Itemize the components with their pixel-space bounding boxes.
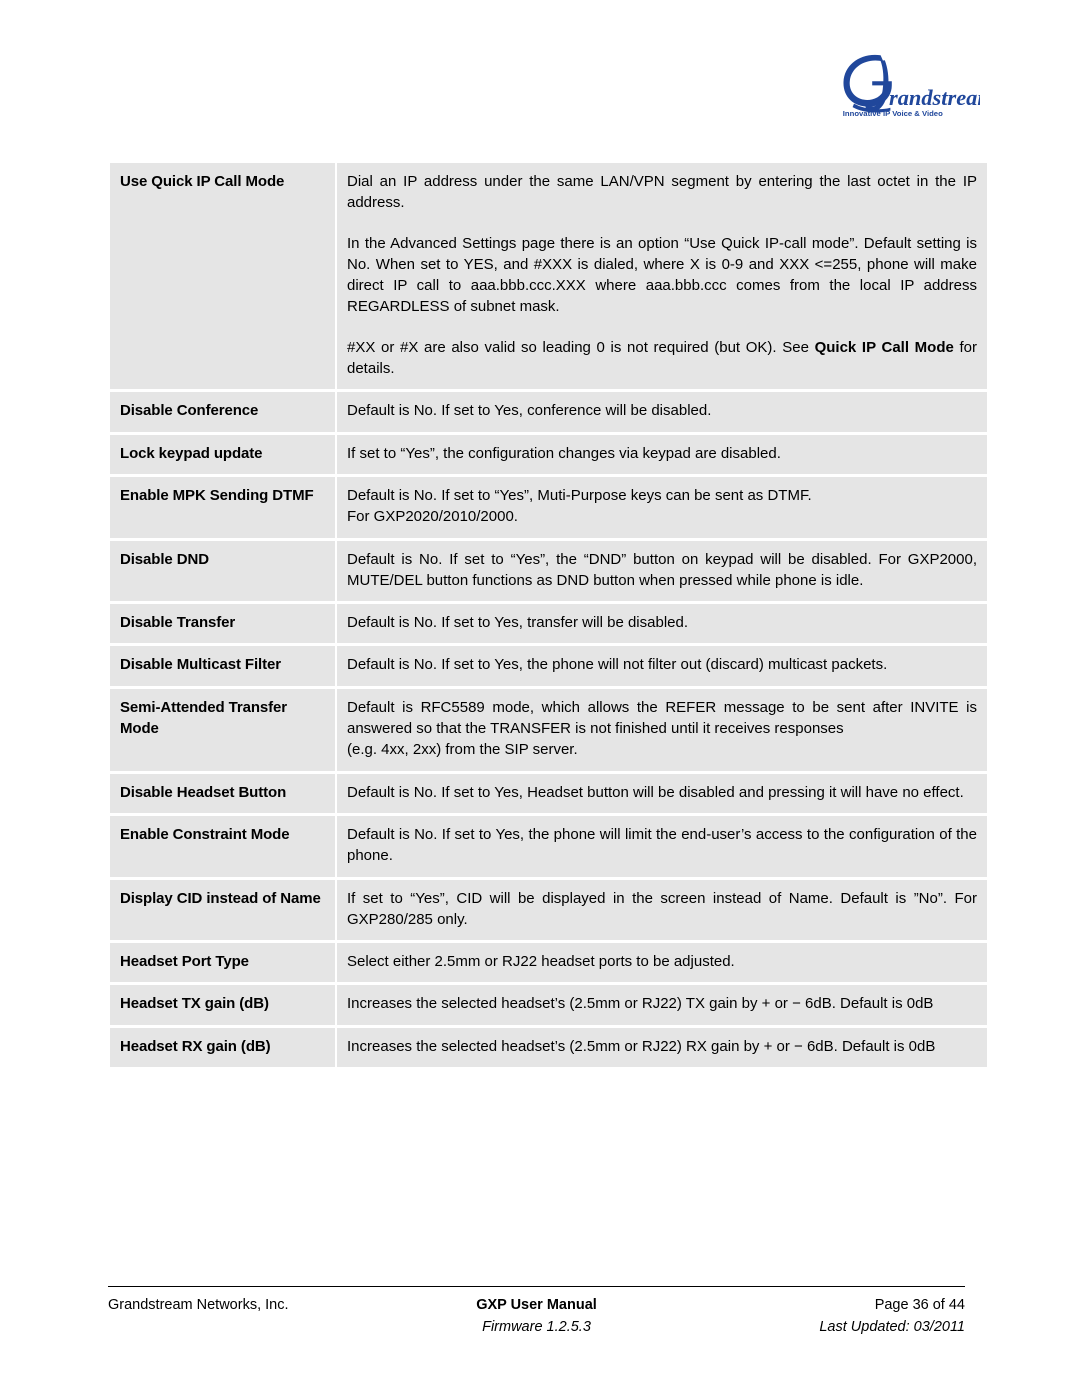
table-row: Headset TX gain (dB) Increases the select… [110, 985, 987, 1025]
setting-description: Default is No. If set to Yes, the phone … [337, 815, 987, 877]
footer-center-block: GXP User Manual Firmware 1.2.5.3 [391, 1295, 682, 1339]
description-paragraph: Increases the selected headset’s (2.5mm … [347, 1037, 936, 1055]
setting-description: If set to “Yes”, CID will be displayed i… [337, 879, 987, 941]
settings-table: Use Quick IP Call Mode Dial an IP address… [108, 160, 989, 1070]
description-paragraph: Default is No. If set to Yes, Headset bu… [347, 783, 964, 801]
logo-wordmark: randstream [889, 85, 980, 110]
table-row: Disable Headset Button Default is No. If … [110, 773, 987, 813]
setting-description: Default is No. If set to “Yes”, the “DND… [337, 540, 987, 602]
setting-description: Default is RFC5589 mode, which allows th… [337, 688, 987, 771]
setting-label: Disable Multicast Filter [110, 646, 335, 686]
table-row: Display CID instead of Name If set to “Ye… [110, 879, 987, 941]
description-paragraph: In the Advanced Settings page there is a… [347, 234, 977, 316]
setting-description: Increases the selected headset’s (2.5mm … [337, 985, 987, 1025]
grandstream-logo: randstream Innovative IP Voice & Video [840, 48, 980, 120]
logo-g-glyph [843, 54, 892, 113]
table-row: Headset Port Type Select either 2.5mm or … [110, 943, 987, 983]
description-paragraph: Default is No. If set to Yes, conference… [347, 402, 712, 420]
setting-label: Headset RX gain (dB) [110, 1027, 335, 1068]
setting-description: Default is No. If set to Yes, conference… [337, 392, 987, 432]
setting-label: Semi-Attended Transfer Mode [110, 688, 335, 771]
description-paragraph: Default is No. If set to Yes, the phone … [347, 656, 888, 674]
table-row: Headset RX gain (dB) Increases the select… [110, 1027, 987, 1068]
description-paragraph: Default is RFC5589 mode, which allows th… [347, 698, 977, 738]
table-row: Semi-Attended Transfer Mode Default is RF… [110, 688, 987, 771]
table-row: Lock keypad update If set to “Yes”, the c… [110, 434, 987, 474]
table-row: Use Quick IP Call Mode Dial an IP address… [110, 163, 987, 390]
description-paragraph: #XX or #X are also valid so leading 0 is… [347, 338, 977, 378]
table-row: Enable MPK Sending DTMF Default is No. If… [110, 476, 987, 538]
logo-tagline: Innovative IP Voice & Video [843, 109, 943, 118]
setting-label: Headset Port Type [110, 943, 335, 983]
page-footer: Grandstream Networks, Inc. GXP User Manu… [108, 1286, 965, 1339]
description-paragraph: If set to “Yes”, CID will be displayed i… [347, 889, 977, 928]
setting-label: Disable Transfer [110, 604, 335, 644]
table-row: Disable Transfer Default is No. If set to… [110, 604, 987, 644]
footer-last-updated: Last Updated: 03/2011 [819, 1318, 965, 1335]
settings-table-body: Use Quick IP Call Mode Dial an IP address… [110, 163, 987, 1068]
footer-content: Grandstream Networks, Inc. GXP User Manu… [108, 1287, 965, 1339]
setting-label: Display CID instead of Name [110, 879, 335, 941]
setting-description: Default is No. If set to Yes, Headset bu… [337, 773, 987, 813]
description-paragraph: Increases the selected headset’s (2.5mm … [347, 995, 934, 1013]
setting-description: Default is No. If set to “Yes”, Muti-Pur… [337, 476, 987, 538]
description-paragraph: Select either 2.5mm or RJ22 headset port… [347, 953, 735, 971]
setting-label: Disable DND [110, 540, 335, 602]
setting-label: Enable MPK Sending DTMF [110, 476, 335, 538]
table-row: Enable Constraint Mode Default is No. If … [110, 815, 987, 877]
setting-description: Increases the selected headset’s (2.5mm … [337, 1027, 987, 1068]
description-paragraph: For GXP2020/2010/2000. [347, 508, 518, 526]
description-paragraph: (e.g. 4xx, 2xx) from the SIP server. [347, 741, 578, 759]
setting-description: Dial an IP address under the same LAN/VP… [337, 163, 987, 390]
setting-label: Disable Headset Button [110, 773, 335, 813]
description-paragraph: Dial an IP address under the same LAN/VP… [347, 173, 977, 212]
footer-right-block: Page 36 of 44 Last Updated: 03/2011 [682, 1295, 965, 1339]
footer-company: Grandstream Networks, Inc. [108, 1297, 289, 1313]
description-paragraph: Default is No. If set to “Yes”, Muti-Pur… [347, 486, 812, 504]
setting-description: Default is No. If set to Yes, the phone … [337, 646, 987, 686]
setting-description: If set to “Yes”, the configuration chang… [337, 434, 987, 474]
description-paragraph: If set to “Yes”, the configuration chang… [347, 444, 781, 462]
table-row: Disable Multicast Filter Default is No. I… [110, 646, 987, 686]
footer-doc-title: GXP User Manual [476, 1297, 597, 1313]
footer-firmware: Firmware 1.2.5.3 [482, 1318, 591, 1335]
setting-label: Headset TX gain (dB) [110, 985, 335, 1025]
setting-label: Enable Constraint Mode [110, 815, 335, 877]
setting-label: Lock keypad update [110, 434, 335, 474]
table-row: Disable DND Default is No. If set to “Yes… [110, 540, 987, 602]
footer-page-number: Page 36 of 44 [874, 1297, 965, 1313]
page-header: randstream Innovative IP Voice & Video [0, 0, 1080, 150]
description-paragraph: Default is No. If set to Yes, transfer w… [347, 614, 689, 632]
setting-description: Select either 2.5mm or RJ22 headset port… [337, 943, 987, 983]
setting-description: Default is No. If set to Yes, transfer w… [337, 604, 987, 644]
setting-label: Use Quick IP Call Mode [110, 163, 335, 390]
table-row: Disable Conference Default is No. If set … [110, 392, 987, 432]
description-paragraph: Default is No. If set to “Yes”, the “DND… [347, 550, 977, 589]
description-paragraph: Default is No. If set to Yes, the phone … [347, 825, 977, 865]
setting-label: Disable Conference [110, 392, 335, 432]
cross-reference: Quick IP Call Mode [814, 338, 954, 356]
